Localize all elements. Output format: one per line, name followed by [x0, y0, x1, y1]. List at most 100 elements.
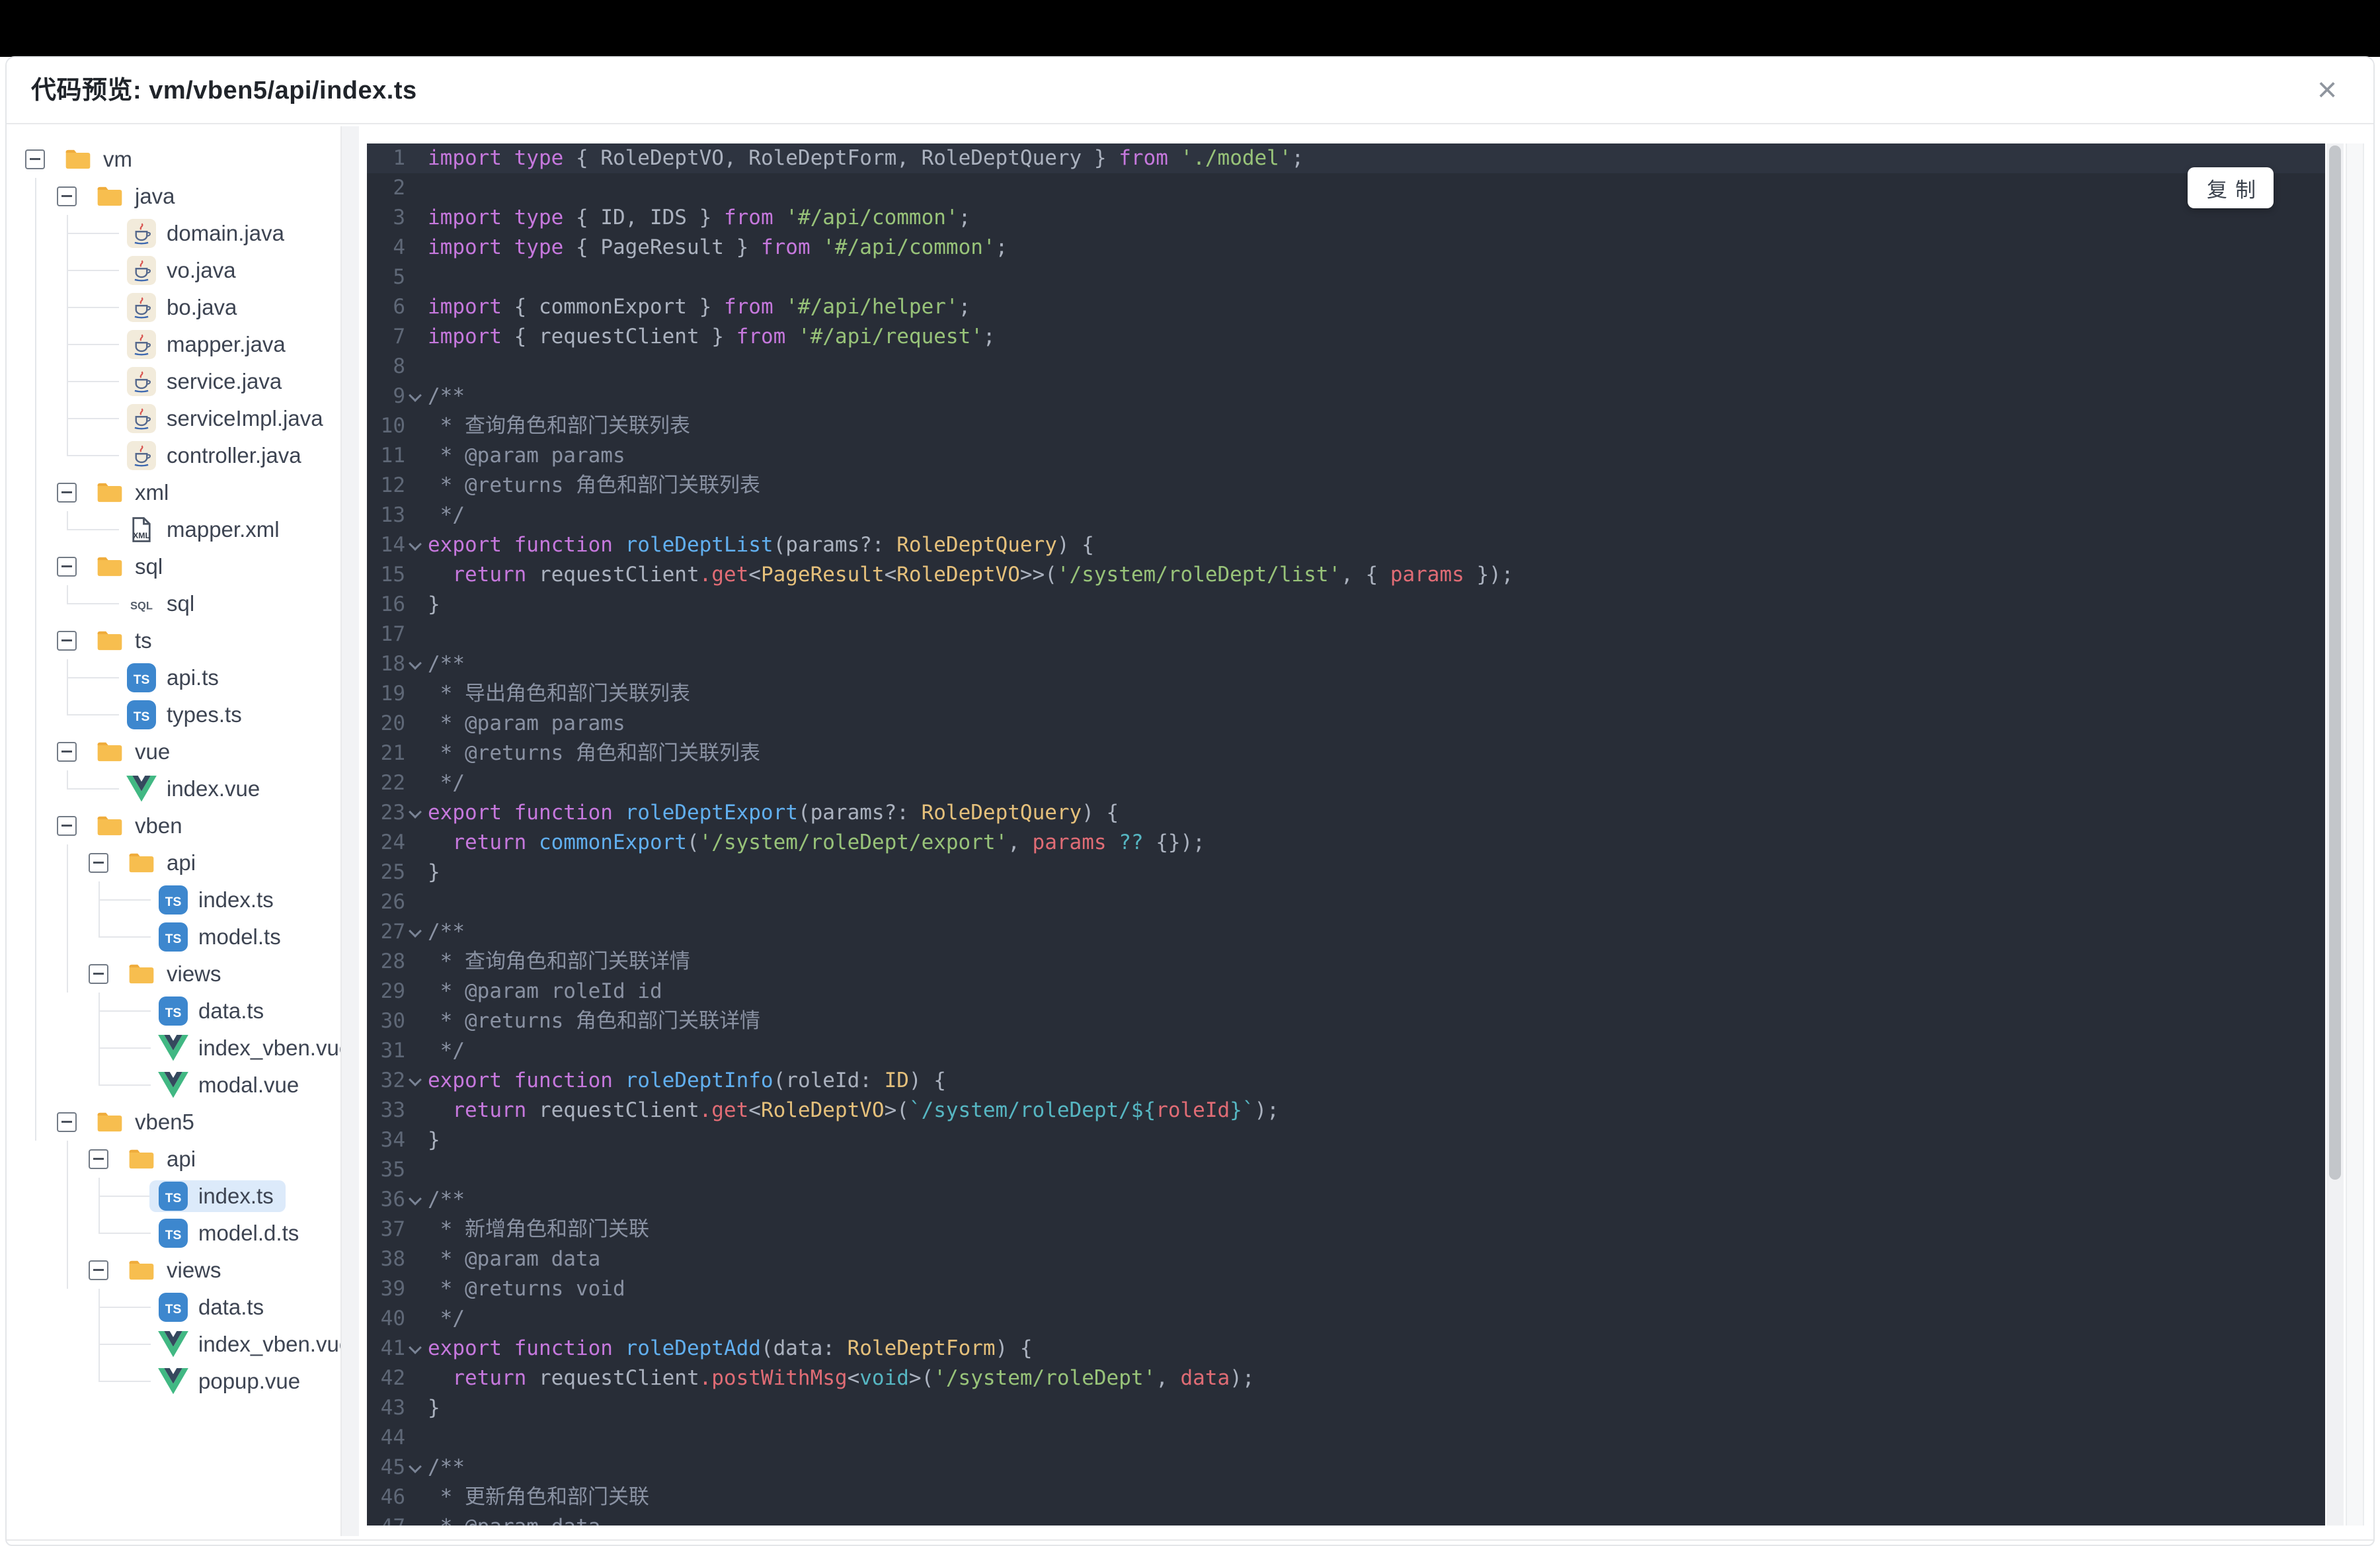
- folder-icon: [94, 741, 126, 763]
- fold-chevron-icon[interactable]: [405, 917, 426, 947]
- code-text: }: [428, 860, 440, 884]
- tree-collapse-toggle[interactable]: [89, 853, 108, 873]
- tree-row: TS types.ts: [7, 696, 340, 733]
- code-line: 3 import type { ID, IDS } from '#/api/com…: [367, 203, 2325, 233]
- fold-chevron-icon[interactable]: [405, 382, 426, 411]
- tree-item-model-ts[interactable]: TS model.ts: [149, 921, 293, 953]
- tree-row: vo.java: [7, 252, 340, 289]
- tree-item-mapper-xml[interactable]: XML mapper.xml: [118, 514, 292, 546]
- tree-item-controller-java[interactable]: controller.java: [118, 440, 313, 471]
- code-line: 30 * @returns 角色和部门关联详情: [367, 1006, 2325, 1036]
- fold-gutter: [405, 887, 426, 917]
- tree-connector: [67, 233, 119, 234]
- svg-text:TS: TS: [165, 1229, 182, 1242]
- tree-collapse-toggle[interactable]: [57, 186, 77, 206]
- line-number: 32: [380, 1069, 405, 1092]
- tree-item-vo-java[interactable]: vo.java: [118, 255, 248, 286]
- tree-item-views[interactable]: views: [118, 958, 233, 990]
- line-number: 35: [380, 1158, 405, 1182]
- line-number: 39: [380, 1277, 405, 1301]
- folder-icon: [126, 1259, 157, 1282]
- tree-row: serviceImpl.java: [7, 400, 340, 437]
- tree-item-vben[interactable]: vben: [86, 810, 194, 842]
- fold-chevron-icon[interactable]: [405, 649, 426, 679]
- tree-item-index-vben-vue[interactable]: index_vben.vue: [149, 1032, 340, 1064]
- tree-item-xml[interactable]: xml: [86, 477, 180, 509]
- tree-item-api[interactable]: api: [118, 1143, 208, 1175]
- fold-chevron-icon[interactable]: [405, 1334, 426, 1363]
- tree-collapse-toggle[interactable]: [89, 964, 108, 984]
- tree-connector: [99, 1047, 151, 1049]
- fold-gutter: [405, 203, 426, 233]
- fold-chevron-icon[interactable]: [405, 530, 426, 560]
- tree-item-api[interactable]: api: [118, 847, 208, 879]
- tree-collapse-toggle[interactable]: [57, 816, 77, 836]
- code-line: 10 * 查询角色和部门关联列表: [367, 411, 2325, 441]
- code-scrollbar[interactable]: [2326, 143, 2344, 1526]
- code-line: 8: [367, 352, 2325, 382]
- tree-guide-line: [35, 881, 36, 918]
- tree-item-sql[interactable]: SQL sql: [118, 588, 206, 620]
- vue-icon: [157, 1331, 189, 1358]
- tree-collapse-toggle[interactable]: [57, 631, 77, 651]
- tree-item-serviceimpl-java[interactable]: serviceImpl.java: [118, 403, 335, 434]
- tree-item-index-ts[interactable]: TS index.ts: [149, 884, 286, 916]
- tree-item-java[interactable]: java: [86, 181, 187, 212]
- footer-divider: [7, 1539, 2373, 1541]
- line-number: 12: [380, 473, 405, 497]
- fold-gutter: [405, 828, 426, 858]
- tree-item-mapper-java[interactable]: mapper.java: [118, 329, 298, 360]
- tree-connector: [99, 1307, 151, 1308]
- fold-gutter: [405, 1036, 426, 1066]
- fold-gutter: [405, 1423, 426, 1453]
- tree-item-views[interactable]: views: [118, 1254, 233, 1286]
- tree-collapse-toggle[interactable]: [89, 1149, 108, 1169]
- close-icon[interactable]: ×: [2303, 67, 2351, 114]
- tree-collapse-toggle[interactable]: [57, 742, 77, 762]
- tree-item-modal-vue[interactable]: modal.vue: [149, 1069, 311, 1101]
- tree-item-types-ts[interactable]: TS types.ts: [118, 699, 254, 731]
- tree-item-index-ts[interactable]: TS index.ts: [149, 1180, 286, 1212]
- code-text: /**: [428, 1455, 465, 1479]
- copy-button[interactable]: 复制: [2188, 167, 2274, 208]
- fold-gutter: [405, 679, 426, 709]
- vue-icon: [126, 776, 157, 802]
- fold-chevron-icon[interactable]: [405, 798, 426, 828]
- tree-item-vben5[interactable]: vben5: [86, 1106, 206, 1138]
- tree-item-label: api: [167, 850, 196, 875]
- tree-item-domain-java[interactable]: domain.java: [118, 218, 296, 249]
- line-number: 29: [380, 979, 405, 1003]
- code-scrollbar-thumb[interactable]: [2329, 145, 2341, 1180]
- modal-body-scrollbar[interactable]: [2346, 143, 2364, 1526]
- tree-item-vue[interactable]: vue: [86, 736, 182, 768]
- tree-item-service-java[interactable]: service.java: [118, 366, 294, 397]
- tree-item-index-vue[interactable]: index.vue: [118, 773, 272, 805]
- tree-scrollbar[interactable]: [340, 126, 359, 1536]
- tree-item-model-d-ts[interactable]: TS model.d.ts: [149, 1217, 311, 1249]
- tree-collapse-toggle[interactable]: [57, 557, 77, 577]
- tree-guide-line: [35, 844, 36, 881]
- line-number: 23: [380, 801, 405, 825]
- line-number: 24: [380, 831, 405, 854]
- tree-item-sql[interactable]: sql: [86, 551, 175, 583]
- vue-icon: [157, 1072, 189, 1098]
- tree-item-bo-java[interactable]: bo.java: [118, 292, 249, 323]
- tree-item-ts[interactable]: ts: [86, 625, 164, 657]
- tree-collapse-toggle[interactable]: [57, 1112, 77, 1132]
- tree-item-popup-vue[interactable]: popup.vue: [149, 1365, 312, 1397]
- fold-chevron-icon[interactable]: [405, 1066, 426, 1096]
- tree-collapse-toggle[interactable]: [25, 149, 45, 169]
- tree-collapse-toggle[interactable]: [57, 483, 77, 503]
- tree-guide-line: [35, 696, 36, 733]
- tree-item-data-ts[interactable]: TS data.ts: [149, 995, 276, 1027]
- sql-icon: SQL: [126, 589, 157, 618]
- tree-item-data-ts[interactable]: TS data.ts: [149, 1291, 276, 1323]
- tree-collapse-toggle[interactable]: [89, 1260, 108, 1280]
- fold-chevron-icon[interactable]: [405, 1453, 426, 1483]
- tree-row: popup.vue: [7, 1363, 340, 1400]
- tree-item-index-vben-vue[interactable]: index_vben.vue: [149, 1328, 340, 1360]
- tree-item-vm[interactable]: vm: [54, 143, 144, 175]
- tree-item-label: index.vue: [167, 776, 260, 801]
- tree-item-api-ts[interactable]: TS api.ts: [118, 662, 231, 694]
- fold-chevron-icon[interactable]: [405, 1185, 426, 1215]
